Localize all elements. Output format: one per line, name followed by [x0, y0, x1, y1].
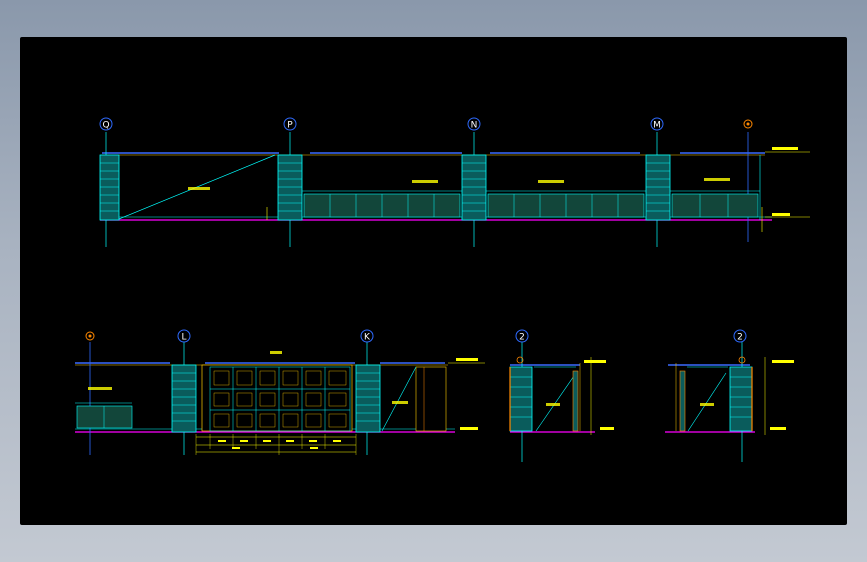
- grid-bubble-l: L: [177, 329, 191, 343]
- grid-label: 2: [519, 333, 525, 343]
- grid-bubble-2-right: 2: [733, 329, 747, 343]
- section-detail-1: 2: [509, 329, 614, 462]
- column-m: [645, 154, 671, 221]
- panels-m-end: [670, 178, 760, 218]
- grid-bubble-m: M: [650, 117, 664, 131]
- grid-bubble-secondary-left: [85, 331, 95, 341]
- grid-label: L: [181, 333, 186, 343]
- panels-p-n: [302, 180, 462, 218]
- column-q: [99, 154, 120, 221]
- grid-bubble-secondary: [743, 119, 753, 129]
- grid-label: N: [471, 121, 478, 131]
- dimension-lines: [195, 434, 357, 455]
- top-elevation: Q P N M: [99, 117, 810, 247]
- elevation-drawing: Q P N M L K 2 2: [75, 117, 810, 462]
- panels-n-m: [486, 180, 646, 218]
- grid-bubble-p: P: [283, 117, 297, 131]
- bottom-left-elevation: L K: [75, 329, 485, 455]
- section-detail-2: 2: [665, 329, 794, 462]
- grid-bubble-n: N: [467, 117, 481, 131]
- column-p: [277, 154, 303, 221]
- grid-label: Q: [102, 121, 109, 131]
- grid-label: P: [287, 121, 293, 131]
- grid-bubble-q: Q: [99, 117, 113, 131]
- grid-label: 2: [737, 333, 743, 343]
- central-grid-facade: [201, 364, 353, 432]
- grid-label: M: [653, 121, 661, 131]
- grid-bubble-2-left: 2: [515, 329, 529, 343]
- column-n: [461, 154, 487, 221]
- cad-drawing-viewport[interactable]: Q P N M L K 2 2: [20, 37, 847, 525]
- grid-bubble-k: K: [360, 329, 374, 343]
